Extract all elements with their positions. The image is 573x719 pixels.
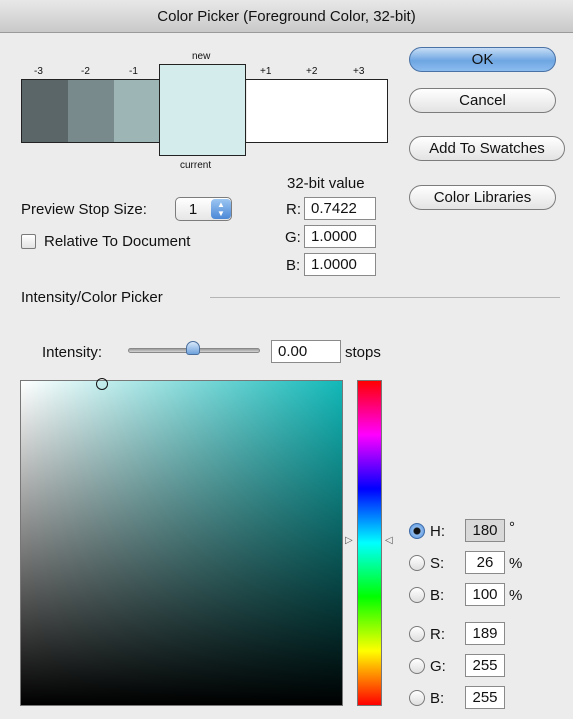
blue-label: B:	[430, 690, 445, 707]
relative-to-document-checkbox[interactable]	[21, 234, 36, 249]
bit32-r-label: R:	[286, 201, 301, 218]
intensity-section-title: Intensity/Color Picker	[21, 289, 163, 306]
h-field[interactable]: 180	[465, 519, 505, 542]
stop-label-plus3: +3	[353, 66, 365, 77]
bit32-r-field[interactable]: 0.7422	[304, 197, 376, 220]
r-field[interactable]: 189	[465, 622, 505, 645]
bit32-b-field[interactable]: 1.0000	[304, 253, 376, 276]
hue-slider[interactable]	[357, 380, 382, 706]
r-label: R:	[430, 626, 445, 643]
h-label: H:	[430, 523, 445, 540]
stop-swatch-minus1[interactable]	[114, 80, 160, 142]
s-radio[interactable]	[409, 555, 425, 571]
stop-label-plus2: +2	[306, 66, 318, 77]
s-unit: %	[509, 555, 523, 572]
stepper-arrows-icon[interactable]: ▲ ▼	[211, 199, 231, 219]
g-label: G:	[430, 658, 446, 675]
stop-label-minus2: -2	[81, 66, 90, 77]
color-field[interactable]	[20, 380, 343, 706]
blue-field[interactable]: 255	[465, 686, 505, 709]
color-libraries-button[interactable]: Color Libraries	[409, 185, 556, 210]
new-label: new	[192, 51, 211, 62]
blue-radio[interactable]	[409, 690, 425, 706]
preview-stop-size-stepper[interactable]: 1 ▲ ▼	[175, 197, 232, 221]
stop-label-minus3: -3	[34, 66, 43, 77]
current-label: current	[180, 160, 212, 171]
field-marker-icon[interactable]	[96, 378, 108, 390]
stop-swatches-plus[interactable]	[247, 80, 387, 142]
b-field[interactable]: 100	[465, 583, 505, 606]
bit32-g-label: G:	[285, 229, 301, 246]
s-label: S:	[430, 555, 445, 572]
preview-stop-size-label: Preview Stop Size:	[21, 201, 147, 218]
title-bar: Color Picker (Foreground Color, 32-bit)	[0, 0, 573, 33]
new-current-swatch[interactable]	[159, 64, 246, 156]
intensity-label: Intensity:	[42, 344, 103, 361]
bit32-g-field[interactable]: 1.0000	[304, 225, 376, 248]
b-radio[interactable]	[409, 587, 425, 603]
preview-stop-size-value: 1	[188, 200, 198, 218]
b-label: B:	[430, 587, 445, 604]
r-radio[interactable]	[409, 626, 425, 642]
intensity-unit: stops	[345, 344, 381, 361]
relative-to-document-label: Relative To Document	[44, 233, 191, 250]
g-field[interactable]: 255	[465, 654, 505, 677]
add-to-swatches-button[interactable]: Add To Swatches	[409, 136, 565, 161]
stop-label-minus1: -1	[129, 66, 138, 77]
stop-label-plus1: +1	[260, 66, 272, 77]
section-divider	[210, 297, 560, 298]
intensity-slider-thumb[interactable]	[186, 341, 200, 355]
bit32-b-label: B:	[286, 257, 301, 274]
b-unit: %	[509, 587, 523, 604]
intensity-field[interactable]: 0.00	[271, 340, 341, 363]
hue-slider-left-arrow-icon[interactable]: ▷	[345, 535, 353, 546]
stop-swatch-minus3[interactable]	[22, 80, 68, 142]
window-title: Color Picker (Foreground Color, 32-bit)	[157, 7, 416, 25]
ok-button[interactable]: OK	[409, 47, 556, 72]
h-radio[interactable]	[409, 523, 425, 539]
bit32-title: 32-bit value	[287, 175, 365, 192]
cancel-button[interactable]: Cancel	[409, 88, 556, 113]
g-radio[interactable]	[409, 658, 425, 674]
hue-slider-right-arrow-icon[interactable]: ◁	[385, 535, 393, 546]
s-field[interactable]: 26	[465, 551, 505, 574]
h-unit: °	[509, 519, 515, 536]
stop-swatch-minus2[interactable]	[68, 80, 114, 142]
